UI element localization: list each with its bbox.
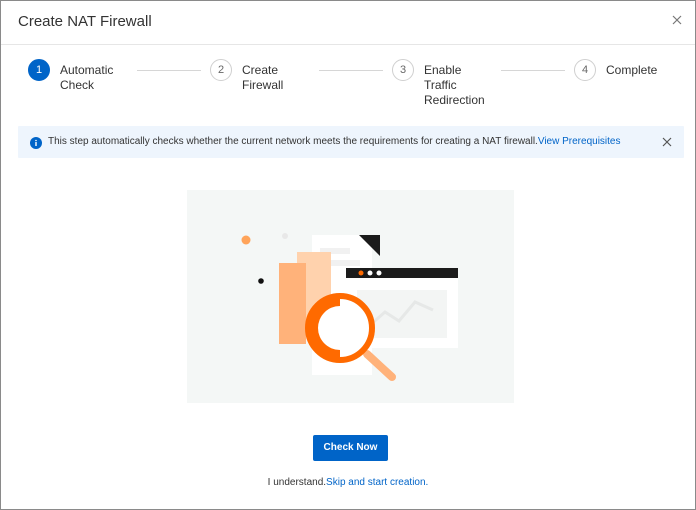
skip-prefix: I understand. bbox=[267, 477, 327, 488]
stepper: 1 Automatic Check 2 Create Firewall 3 En… bbox=[1, 59, 695, 119]
step-number: 2 bbox=[210, 59, 232, 81]
check-now-button[interactable]: Check Now bbox=[313, 435, 388, 461]
step-connector bbox=[137, 70, 201, 71]
step-label: Complete bbox=[606, 63, 658, 77]
skip-line: I understand.Skip and start creation. bbox=[1, 477, 695, 489]
banner-close-icon[interactable] bbox=[661, 135, 673, 147]
step-number: 1 bbox=[28, 59, 50, 81]
info-icon bbox=[30, 136, 42, 149]
banner-text: This step automatically checks whether t… bbox=[48, 136, 538, 147]
create-nat-firewall-dialog: Create NAT Firewall 1 Automatic Check 2 … bbox=[0, 0, 696, 510]
step-connector bbox=[319, 70, 383, 71]
network-check-illustration bbox=[187, 190, 514, 403]
info-banner: This step automatically checks whether t… bbox=[18, 126, 684, 158]
step-connector bbox=[501, 70, 565, 71]
step-label: Enable Traffic Redirection bbox=[424, 63, 485, 107]
view-prerequisites-link[interactable]: View Prerequisites bbox=[538, 136, 621, 147]
step-number: 3 bbox=[392, 59, 414, 81]
dialog-header: Create NAT Firewall bbox=[1, 1, 695, 45]
step-label: Automatic Check bbox=[60, 63, 114, 92]
skip-and-start-creation-link[interactable]: Skip and start creation. bbox=[326, 477, 428, 488]
dialog-title: Create NAT Firewall bbox=[18, 13, 152, 30]
step-label: Create Firewall bbox=[242, 63, 284, 92]
banner-message: This step automatically checks whether t… bbox=[48, 136, 620, 148]
close-icon[interactable] bbox=[669, 12, 685, 28]
step-number: 4 bbox=[574, 59, 596, 81]
